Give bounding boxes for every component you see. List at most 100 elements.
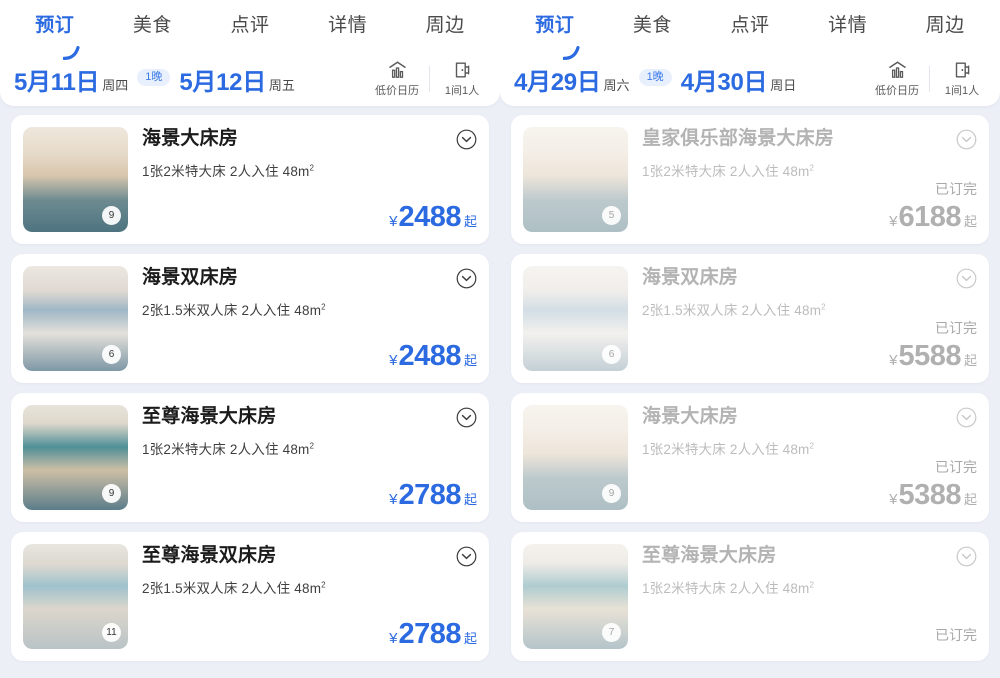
room-thumbnail[interactable]: 6 [523,266,628,371]
checkin-date-block[interactable]: 5月11日 周四 [14,62,128,97]
header-actions: 低价日历 1间1人 [867,57,992,101]
expand-chevron-down-icon[interactable] [956,129,977,150]
room-attributes: 2张1.5米双人床 2人入住 48m2 [142,299,477,319]
tab-4[interactable]: 周边 [396,0,494,52]
room-attributes: 1张2米特大床 2人入住 48m2 [642,577,977,597]
room-attributes-text: 1张2米特大床 2人入住 48m [142,442,310,457]
checkin-date-block[interactable]: 4月29日 周六 [514,62,630,97]
date-selector-row[interactable]: 4月29日 周六 1晚 4月30日 周日 低价日历 1间1人 [500,52,1000,106]
room-card-body: 海景大床房 1张2米特大床 2人入住 48m2 ¥2488 起 [128,127,477,232]
room-guest-icon [932,60,992,82]
date-selector-row[interactable]: 5月11日 周四 1晚 5月12日 周五 低价日历 1间1人 [0,52,500,106]
room-name: 至尊海景双床房 [142,545,277,566]
tab-0-active[interactable]: 预订 [506,0,604,60]
price-suffix: 起 [963,492,977,507]
expand-chevron-down-icon[interactable] [456,407,477,428]
expand-chevron-down-icon[interactable] [956,268,977,289]
room-thumbnail[interactable]: 9 [23,405,128,510]
sold-out-label: 已订完 [935,320,977,336]
photo-count-badge: 9 [602,484,621,503]
room-card[interactable]: 9 至尊海景大床房 1张2米特大床 2人入住 48m2 ¥2788 起 [11,393,489,522]
price-area: 已订完 ¥6188 起 [642,182,977,232]
room-guest-button[interactable]: 1间1人 [432,60,492,97]
expand-chevron-down-icon[interactable] [456,129,477,150]
photo-count-badge: 11 [102,623,121,642]
expand-chevron-down-icon[interactable] [956,546,977,567]
price-suffix: 起 [963,353,977,368]
checkout-date-block[interactable]: 5月12日 周五 [179,62,295,97]
room-attributes: 1张2米特大床 2人入住 48m2 [642,160,977,180]
tab-2[interactable]: 点评 [201,0,299,52]
room-card[interactable]: 6 海景双床房 2张1.5米双人床 2人入住 48m2 已订完 ¥5588 起 [511,254,989,383]
tab-2[interactable]: 点评 [701,0,799,52]
room-card[interactable]: 11 至尊海景双床房 2张1.5米双人床 2人入住 48m2 ¥2788 起 [11,532,489,661]
tab-1[interactable]: 美食 [604,0,702,52]
room-attributes-text: 1张2米特大床 2人入住 48m [642,442,810,457]
room-thumbnail[interactable]: 9 [523,405,628,510]
room-attributes-text: 1张2米特大床 2人入住 48m [642,581,810,596]
price-line: ¥2488 起 [142,203,477,232]
price-area: ¥2488 起 [142,342,477,371]
header-actions: 低价日历 1间1人 [367,57,492,101]
room-thumbnail[interactable]: 11 [23,544,128,649]
header-action-label: 低价日历 [875,85,919,98]
checkout-date: 4月30日 [680,68,768,96]
room-card[interactable]: 5 皇家俱乐部海景大床房 1张2米特大床 2人入住 48m2 已订完 ¥6188 起 [511,115,989,244]
header-action-label: 低价日历 [375,85,419,98]
expand-chevron-down-icon[interactable] [456,268,477,289]
photo-count-badge: 6 [602,345,621,364]
tab-3[interactable]: 详情 [799,0,897,52]
area-unit-superscript: 2 [809,580,815,590]
expand-chevron-down-icon[interactable] [956,407,977,428]
room-card[interactable]: 9 海景大床房 1张2米特大床 2人入住 48m2 已订完 ¥5388 起 [511,393,989,522]
room-list: 5 皇家俱乐部海景大床房 1张2米特大床 2人入住 48m2 已订完 ¥6188 起 6 海景… [500,106,1000,678]
tab-3[interactable]: 详情 [299,0,397,52]
area-unit-superscript: 2 [809,163,815,173]
room-card[interactable]: 6 海景双床房 2张1.5米双人床 2人入住 48m2 ¥2488 起 [11,254,489,383]
room-attributes: 2张1.5米双人床 2人入住 48m2 [642,299,977,319]
expand-chevron-down-icon[interactable] [456,546,477,567]
checkin-date: 5月11日 [14,68,100,96]
room-thumbnail[interactable]: 5 [523,127,628,232]
room-card[interactable]: 7 至尊海景大床房 1张2米特大床 2人入住 48m2 已订完 [511,532,989,661]
tab-1[interactable]: 美食 [104,0,202,52]
photo-count-badge: 9 [102,484,121,503]
photo-count-badge: 9 [102,206,121,225]
currency-symbol: ¥ [389,491,398,508]
checkout-date-block[interactable]: 4月30日 周日 [681,62,797,97]
price-area: ¥2488 起 [142,203,477,232]
price-area: 已订完 ¥5588 起 [642,321,977,371]
price-suffix: 起 [463,214,477,229]
price-suffix: 起 [463,353,477,368]
room-card-body: 海景双床房 2张1.5米双人床 2人入住 48m2 ¥2488 起 [128,266,477,371]
room-thumbnail[interactable]: 6 [23,266,128,371]
price-suffix: 起 [963,214,977,229]
panel-header: 预订 美食 点评 详情 周边 4月29日 周六 1晚 4月30日 周日 低价日历 1间1人 [500,0,1000,106]
room-guest-button[interactable]: 1间1人 [932,60,992,97]
room-attributes-text: 2张1.5米双人床 2人入住 48m [142,303,322,318]
room-price: 5588 [898,340,961,372]
tab-bar: 预订 美食 点评 详情 周边 [500,0,1000,60]
low-price-calendar-button[interactable]: 低价日历 [867,60,927,97]
booking-panel-right: 预订 美食 点评 详情 周边 4月29日 周六 1晚 4月30日 周日 低价日历 1间1人 5 皇家俱乐部… [500,0,1000,678]
checkout-weekday: 周日 [770,77,797,93]
nights-badge: 1晚 [638,68,672,86]
price-line: ¥5588 起 [642,342,977,371]
room-price: 2788 [398,479,461,511]
nights-badge: 1晚 [137,68,171,86]
checkout-date: 5月12日 [179,68,266,96]
price-suffix: 起 [463,631,477,646]
room-thumbnail[interactable]: 9 [23,127,128,232]
currency-symbol: ¥ [889,213,898,230]
low-price-calendar-button[interactable]: 低价日历 [367,60,427,97]
room-attributes-text: 1张2米特大床 2人入住 48m [142,164,310,179]
room-attributes: 2张1.5米双人床 2人入住 48m2 [142,577,477,597]
panel-header: 预订 美食 点评 详情 周边 5月11日 周四 1晚 5月12日 周五低价日历 1间1人 [0,0,500,106]
room-thumbnail[interactable]: 7 [523,544,628,649]
area-unit-superscript: 2 [809,441,815,451]
room-card[interactable]: 9 海景大床房 1张2米特大床 2人入住 48m2 ¥2488 起 [11,115,489,244]
tab-0-active[interactable]: 预订 [6,0,104,60]
tab-4[interactable]: 周边 [896,0,994,52]
sold-out-label: 已订完 [935,459,977,475]
header-action-label: 1间1人 [444,85,480,98]
